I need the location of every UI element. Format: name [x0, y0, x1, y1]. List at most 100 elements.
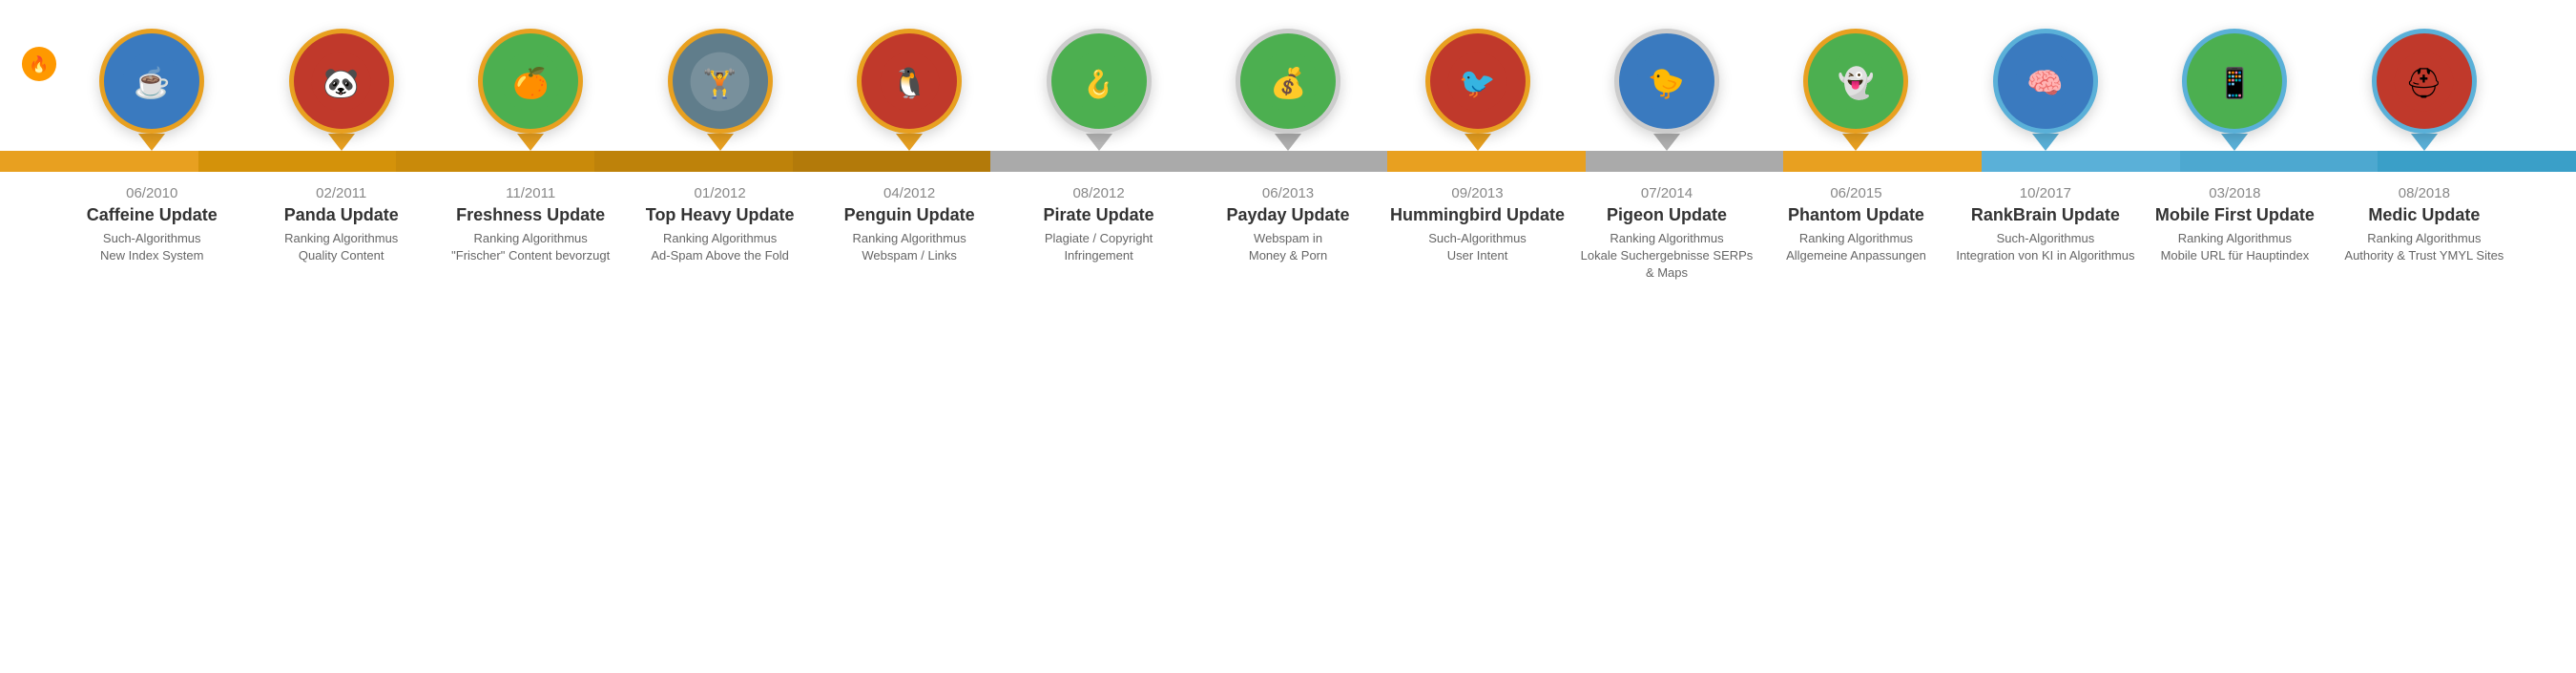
icon-pointer-medic	[2411, 134, 2438, 151]
update-icon-rankbrain: 🧠	[1951, 29, 2140, 151]
update-date-caffeine: 06/2010	[62, 185, 241, 201]
update-name-pigeon: Pigeon Update	[1577, 205, 1756, 225]
icon-circle-pigeon: 🐤	[1614, 29, 1719, 134]
update-date-rankbrain: 10/2017	[1956, 185, 2135, 201]
update-icon-pigeon: 🐤	[1572, 29, 1761, 151]
update-date-mobilefirst: 03/2018	[2145, 185, 2324, 201]
update-desc-caffeine: Such-AlgorithmusNew Index System	[62, 230, 241, 264]
update-name-pirate: Pirate Update	[1008, 205, 1188, 225]
update-info-hummingbird: 09/2013Hummingbird UpdateSuch-Algorithmu…	[1382, 185, 1571, 283]
update-name-penguin: Penguin Update	[820, 205, 999, 225]
update-info-freshness: 11/2011Freshness UpdateRanking Algorithm…	[436, 185, 625, 283]
update-name-panda: Panda Update	[251, 205, 430, 225]
icon-pointer-penguin	[896, 134, 923, 151]
update-desc-panda: Ranking AlgorithmusQuality Content	[251, 230, 430, 264]
svg-text:🍊: 🍊	[512, 66, 551, 99]
icon-circle-caffeine: ☕	[99, 29, 204, 134]
svg-text:🏋: 🏋	[702, 67, 737, 99]
icon-circle-topheavy: 🏋	[668, 29, 773, 134]
icon-pointer-caffeine	[138, 134, 165, 151]
update-date-hummingbird: 09/2013	[1387, 185, 1567, 201]
bar-segment-panda	[198, 151, 397, 172]
update-icon-phantom: 👻	[1761, 29, 1950, 151]
update-name-medic: Medic Update	[2335, 205, 2514, 225]
update-info-pirate: 08/2012Pirate UpdatePlagiate / Copyright…	[1004, 185, 1193, 283]
bar-segment-pigeon	[1586, 151, 1784, 172]
icons-row: ☕🐼🍊🏋🐧🪝💰🐦🐤👻🧠📱⛑	[0, 29, 2576, 151]
update-info-panda: 02/2011 Panda Update Ranking AlgorithmusQu…	[246, 185, 435, 283]
bar-segment-phantom	[1783, 151, 1982, 172]
update-info-medic: 08/2018Medic UpdateRanking AlgorithmusAu…	[2330, 185, 2519, 283]
update-info-mobilefirst: 03/2018 Mobile First Update Ranking Algori…	[2140, 185, 2329, 283]
update-date-pirate: 08/2012	[1008, 185, 1188, 201]
update-desc-phantom: Ranking AlgorithmusAllgemeine Anpassunge…	[1766, 230, 1945, 264]
bar-segment-topheavy	[594, 151, 793, 172]
bar-segment-payday	[1189, 151, 1387, 172]
svg-text:🐤: 🐤	[1649, 66, 1685, 99]
bar-segment-hummingbird	[1387, 151, 1586, 172]
timeline-bar	[0, 151, 2576, 172]
bar-segment-pirate	[990, 151, 1189, 172]
update-desc-hummingbird: Such-AlgorithmusUser Intent	[1387, 230, 1567, 264]
update-date-pigeon: 07/2014	[1577, 185, 1756, 201]
update-info-payday: 06/2013Payday UpdateWebspam inMoney & Po…	[1194, 185, 1382, 283]
update-icon-payday: 💰	[1194, 29, 1382, 151]
update-icon-panda: 🐼	[246, 29, 435, 151]
svg-text:🐼: 🐼	[322, 66, 360, 99]
update-info-pigeon: 07/2014Pigeon UpdateRanking AlgorithmusL…	[1572, 185, 1761, 283]
update-date-penguin: 04/2012	[820, 185, 999, 201]
update-date-topheavy: 01/2012	[630, 185, 809, 201]
update-name-caffeine: Caffeine Update	[62, 205, 241, 225]
icon-circle-mobilefirst: 📱	[2182, 29, 2287, 134]
bar-segment-mobilefirst	[2180, 151, 2379, 172]
icon-pointer-mobilefirst	[2221, 134, 2248, 151]
update-name-phantom: Phantom Update	[1766, 205, 1945, 225]
bar-segment-rankbrain	[1982, 151, 2180, 172]
icon-pointer-pirate	[1086, 134, 1112, 151]
timeline-container: ☕🐼🍊🏋🐧🪝💰🐦🐤👻🧠📱⛑ 06/2010Caffeine UpdateSuch…	[0, 29, 2576, 283]
svg-text:👻: 👻	[1838, 65, 1874, 100]
update-name-rankbrain: RankBrain Update	[1956, 205, 2135, 225]
update-info-phantom: 06/2015 Phantom Update Ranking Algorithmus…	[1761, 185, 1950, 283]
info-row: 06/2010 Caffeine Update Such-AlgorithmusNe…	[0, 185, 2576, 283]
svg-text:🧠: 🧠	[2027, 66, 2064, 99]
update-info-caffeine: 06/2010 Caffeine Update Such-AlgorithmusNe…	[57, 185, 246, 283]
update-desc-topheavy: Ranking AlgorithmusAd-Spam Above the Fol…	[630, 230, 809, 264]
update-icon-caffeine: ☕	[57, 29, 246, 151]
svg-text:🐦: 🐦	[1459, 66, 1495, 99]
icon-pointer-phantom	[1842, 134, 1869, 151]
icon-circle-phantom: 👻	[1803, 29, 1908, 134]
update-desc-rankbrain: Such-AlgorithmusIntegration von KI in Al…	[1956, 230, 2135, 264]
update-date-payday: 06/2013	[1198, 185, 1378, 201]
update-desc-penguin: Ranking AlgorithmusWebspam / Links	[820, 230, 999, 264]
icon-pointer-rankbrain	[2032, 134, 2059, 151]
update-name-mobilefirst: Mobile First Update	[2145, 205, 2324, 225]
icon-circle-freshness: 🍊	[478, 29, 583, 134]
icon-circle-payday: 💰	[1236, 29, 1340, 134]
update-name-topheavy: Top Heavy Update	[630, 205, 809, 225]
bar-segment-penguin	[793, 151, 991, 172]
update-desc-payday: Webspam inMoney & Porn	[1198, 230, 1378, 264]
update-desc-mobilefirst: Ranking AlgorithmusMobile URL für Haupti…	[2145, 230, 2324, 264]
update-icon-medic: ⛑	[2330, 29, 2519, 151]
update-icon-topheavy: 🏋	[625, 29, 814, 151]
update-info-topheavy: 01/2012 Top Heavy Update Ranking Algorithm…	[625, 185, 814, 283]
icon-pointer-panda	[328, 134, 355, 151]
update-icon-hummingbird: 🐦	[1382, 29, 1571, 151]
svg-text:📱: 📱	[2216, 66, 2253, 99]
icon-circle-hummingbird: 🐦	[1425, 29, 1530, 134]
update-icon-freshness: 🍊	[436, 29, 625, 151]
icon-circle-medic: ⛑	[2372, 29, 2477, 134]
update-name-freshness: Freshness Update	[441, 205, 620, 225]
update-info-penguin: 04/2012 Penguin Update Ranking Algorithmus…	[815, 185, 1004, 283]
update-info-rankbrain: 10/2017 RankBrain Update Such-AlgorithmusI…	[1951, 185, 2140, 283]
update-date-panda: 02/2011	[251, 185, 430, 201]
svg-text:💰: 💰	[1270, 66, 1306, 100]
update-date-phantom: 06/2015	[1766, 185, 1945, 201]
bar-segment-medic	[2378, 151, 2576, 172]
icon-pointer-pigeon	[1653, 134, 1680, 151]
icon-circle-rankbrain: 🧠	[1993, 29, 2098, 134]
icon-circle-penguin: 🐧	[857, 29, 962, 134]
update-icon-mobilefirst: 📱	[2140, 29, 2329, 151]
update-desc-freshness: Ranking Algorithmus"Frischer" Content be…	[441, 230, 620, 264]
